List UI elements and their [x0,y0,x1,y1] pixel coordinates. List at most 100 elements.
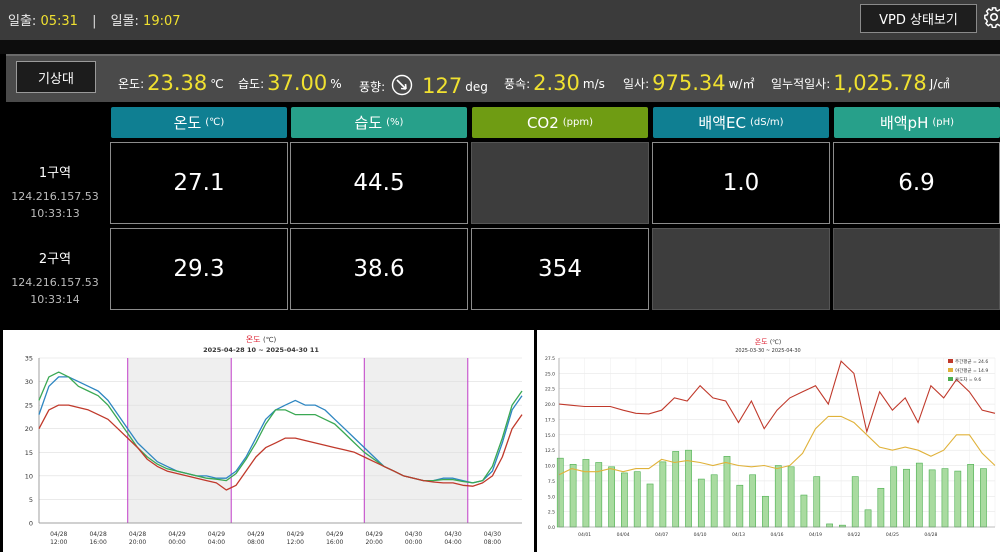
column-header-drain-ec: 배액EC (dS/m) [653,107,829,138]
x-tick-label: 04/01 [578,532,591,538]
temp-value: 23.38 [147,71,208,95]
chart-subtitle: 2025-04-28 10 ~ 2025-04-30 11 [203,346,319,354]
temperature-difference-bar [582,459,590,528]
temperature-difference-bar [749,474,757,528]
y-tick-label: 15 [25,449,33,457]
y-tick-label: 7.5 [548,479,555,485]
solar-unit: w/㎡ [728,77,755,91]
x-tick-label: 04/28 [924,532,937,538]
x-tick-label: 04/10 [694,532,707,538]
temperature-difference-bar [954,470,962,528]
x-tick-time: 00:00 [405,539,422,546]
zone-time: 10:33:13 [30,207,80,220]
solar-value: 975.34 [652,71,726,95]
temperature-difference-bar [608,466,615,528]
x-tick-date: 04/29 [247,531,264,538]
y-tick-label: 0.0 [548,525,555,531]
temperature-difference-bar [851,476,859,528]
zone-1-drain-ec: 1.0 [652,142,830,224]
y-tick-label: 15.0 [545,433,555,439]
y-tick-label: 5 [29,496,33,504]
weather-station-button[interactable]: 기상대 [16,61,96,93]
temperature-difference-bar [980,468,987,528]
temperature-difference-bar [813,476,821,528]
column-header-humidity: 습도 (%) [291,107,467,138]
x-tick-date: 04/28 [89,531,106,538]
cum-solar-label: 일누적일사: [771,77,831,91]
chart-subtitle: 2025-03-30 ~ 2025-04-30 [735,348,800,354]
sunrise-label: 일출: [8,14,37,29]
chart-title-unit: (℃) [263,336,277,344]
x-tick-date: 04/30 [405,531,422,538]
temperature-difference-bar [967,464,975,528]
temperature-monthly-chart-panel: 온도 (℃) 2025-03-30 ~ 2025-04-30 0.0 2.5 5.0 7.… [537,330,1000,552]
x-tick-time: 08:00 [247,539,264,546]
temperature-difference-bar [915,462,923,528]
x-tick-time: 16:00 [89,539,106,546]
temp-label: 온도: [118,77,145,91]
temperature-difference-bar [646,483,654,528]
night-band [364,358,468,523]
temperature-48h-chart: 온도 (℃) 2025-04-28 10 ~ 2025-04-30 11 0 5 10 1… [25,335,523,546]
y-tick-label: 2.5 [548,510,555,516]
chart-title-unit: (℃) [770,339,781,346]
wind-speed-label: 풍속: [504,77,531,91]
wind-direction-icon [391,74,413,96]
y-tick-label: 20.0 [545,402,555,408]
legend-swatch [948,368,953,372]
zone-1-humidity: 44.5 [290,142,468,224]
temperature-difference-bar [877,487,885,528]
legend-label: 야간평균 = 14.9 [955,367,988,374]
column-unit: (%) [386,117,404,128]
wind-direction: 풍향: 127 deg [359,69,488,98]
column-name: 배액pH [879,114,929,132]
column-name: 온도 [173,114,202,132]
vpd-status-button[interactable]: VPD 상태보기 [860,4,977,33]
x-tick-label: 04/04 [617,532,630,538]
x-tick-time: 04:00 [444,539,461,546]
legend-swatch [948,377,953,381]
temperature-difference-bar [941,468,949,528]
y-tick-label: 10.0 [545,464,555,470]
legend-label: 온도차 = 9.6 [955,376,981,383]
zone-ip: 124.216.157.53 [11,190,99,203]
x-tick-label: 04/13 [732,532,745,538]
x-tick-time: 16:00 [326,539,343,546]
gear-icon[interactable] [983,6,1000,29]
wind-speed-value: 2.30 [533,71,580,95]
sunrise-time: 05:31 [40,14,78,29]
x-tick-time: 04:00 [208,539,225,546]
temperature-difference-bar [762,495,769,528]
zone-2-humidity: 38.6 [290,228,468,310]
solar-label: 일사: [623,77,650,91]
x-tick-date: 04/28 [129,531,146,538]
zone-name: 2구역 [38,252,72,267]
zone-time: 10:33:14 [30,293,80,306]
zone-1-label: 1구역 124.216.157.53 10:33:13 [0,162,110,220]
x-tick-date: 04/29 [326,531,343,538]
x-tick-date: 04/30 [444,531,461,538]
temperature-monthly-chart: 온도 (℃) 2025-03-30 ~ 2025-04-30 0.0 2.5 5.0 7.… [545,338,996,538]
zone-1-drain-ph: 6.9 [833,142,1000,224]
y-tick-label: 20 [25,425,33,433]
wind-dir-label: 풍향: [359,80,386,94]
temperature-difference-bar [633,471,641,528]
x-tick-date: 04/29 [208,531,225,538]
column-unit: (dS/m) [749,117,784,128]
hum-label: 습도: [238,77,265,91]
zone-ip: 124.216.157.53 [11,276,99,289]
x-tick-time: 20:00 [365,539,382,546]
zone-name: 1구역 [38,166,72,181]
x-tick-label: 04/22 [847,532,860,538]
x-tick-time: 20:00 [129,539,146,546]
temperature-difference-bar [826,523,833,528]
y-tick-label: 30 [25,378,33,386]
y-tick-label: 5.0 [548,494,555,500]
temperature-difference-bar [890,466,898,528]
column-name: 배액EC [698,114,746,132]
wind-speed: 풍속: 2.30 m/s [504,69,605,95]
zone-2-drain-ec [652,228,830,310]
y-tick-label: 25 [25,402,33,410]
x-tick-date: 04/29 [287,531,304,538]
divider [0,40,1000,54]
